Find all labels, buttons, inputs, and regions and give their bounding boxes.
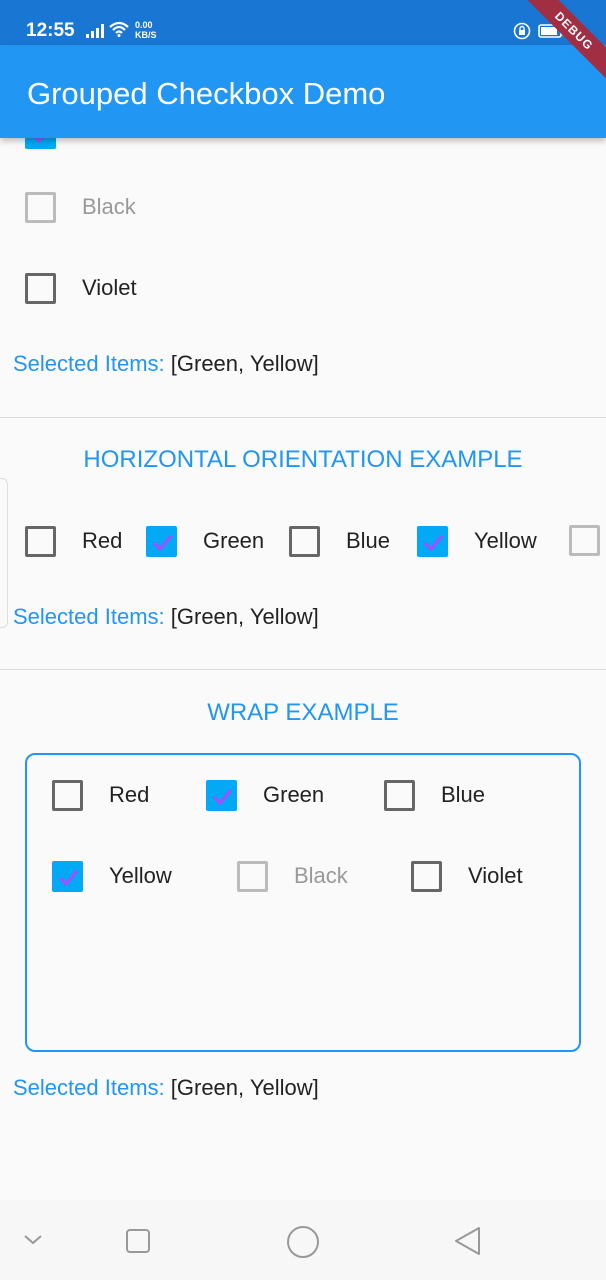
app-title: Grouped Checkbox Demo: [27, 76, 386, 111]
checkbox-green[interactable]: [206, 779, 237, 811]
checkbox-item-violet[interactable]: Violet: [25, 268, 137, 308]
selected-items-text: Selected Items: [Green, Yellow]: [13, 1075, 319, 1101]
checkbox-label: Yellow: [474, 528, 537, 553]
network-speed-value: 0.00: [135, 20, 153, 30]
checkbox-label: Green: [263, 782, 325, 807]
checkbox-green[interactable]: [146, 525, 177, 557]
section-divider: [0, 417, 606, 418]
checkbox-red[interactable]: [52, 779, 83, 811]
checkbox-label: Violet: [82, 275, 137, 300]
checkbox-item-red[interactable]: Red: [52, 775, 149, 815]
checkbox-item-blue[interactable]: Blue: [289, 521, 390, 561]
selected-items-value: [Green, Yellow]: [170, 604, 319, 629]
checkbox-item-black[interactable]: Black: [237, 856, 348, 896]
app-bar: Grouped Checkbox Demo: [0, 45, 606, 138]
checkbox-item-red[interactable]: Red: [25, 521, 122, 561]
selected-items-label: Selected Items:: [13, 604, 165, 629]
page-content[interactable]: Black Violet Selected Items: [Green, Yel…: [0, 138, 606, 1200]
checkbox-label: Red: [109, 782, 150, 807]
checkbox-item-blue[interactable]: Blue: [384, 775, 485, 815]
checkbox-label: Green: [203, 528, 265, 553]
signal-icon: [86, 24, 104, 38]
checkbox-violet[interactable]: [25, 272, 56, 304]
selected-items-text: Selected Items: [Green, Yellow]: [13, 351, 319, 377]
section-title-wrap: WRAP EXAMPLE: [207, 699, 399, 726]
checkbox-blue[interactable]: [289, 525, 320, 557]
back-triangle-icon[interactable]: [452, 1225, 484, 1257]
section-title-horizontal: HORIZONTAL ORIENTATION EXAMPLE: [83, 446, 523, 473]
home-circle-icon[interactable]: [285, 1224, 321, 1260]
checkbox-label: Blue: [441, 782, 486, 807]
checkbox-item-green[interactable]: Green: [206, 775, 324, 815]
selected-items-label: Selected Items:: [13, 1075, 165, 1100]
checkbox-red[interactable]: [25, 525, 56, 557]
checkbox-item-black[interactable]: Black: [25, 187, 136, 227]
section-divider: [0, 669, 606, 670]
checkbox-label: Black: [294, 863, 348, 888]
checkbox-yellow[interactable]: [417, 525, 448, 557]
network-speed-unit: KB/S: [135, 30, 157, 40]
selected-items-text: Selected Items: [Green, Yellow]: [13, 604, 319, 630]
checkbox-label: Yellow: [109, 863, 172, 888]
checkbox-blue[interactable]: [384, 779, 415, 811]
checkbox-label: Red: [82, 528, 123, 553]
checkbox-black[interactable]: [25, 191, 56, 223]
check-icon: [152, 534, 173, 551]
selected-items-value: [Green, Yellow]: [170, 351, 319, 376]
chevron-down-icon[interactable]: [22, 1231, 44, 1247]
rotation-lock-icon: [513, 22, 531, 40]
checkbox-item-yellow[interactable]: Yellow: [52, 856, 172, 896]
checkbox-label: Blue: [346, 528, 391, 553]
checkbox-yellow[interactable]: [52, 860, 83, 892]
checkbox-item-green[interactable]: Green: [146, 521, 264, 561]
check-icon: [33, 138, 44, 144]
checkbox-black[interactable]: [237, 860, 268, 892]
selected-items-label: Selected Items:: [13, 351, 165, 376]
recents-square-icon[interactable]: [124, 1227, 152, 1255]
checkbox-label: Violet: [468, 863, 523, 888]
edge-panel-handle[interactable]: [0, 478, 8, 628]
network-speed: 0.00 KB/S: [135, 20, 157, 40]
check-icon: [58, 869, 79, 886]
checkbox-partial[interactable]: [25, 138, 56, 149]
status-time: 12:55: [26, 20, 75, 41]
selected-items-value: [Green, Yellow]: [170, 1075, 319, 1100]
checkbox-item-yellow[interactable]: Yellow: [417, 521, 537, 561]
status-bar: 12:55 0.00 KB/S: [0, 0, 606, 45]
system-nav-bar: [0, 1200, 606, 1280]
check-icon: [423, 534, 444, 551]
check-icon: [212, 788, 233, 805]
checkbox-item-violet[interactable]: Violet: [411, 856, 523, 896]
checkbox-violet[interactable]: [411, 860, 442, 892]
checkbox-partial-offscreen[interactable]: [569, 525, 600, 556]
wifi-icon: [109, 21, 129, 37]
checkbox-label: Black: [82, 194, 136, 219]
